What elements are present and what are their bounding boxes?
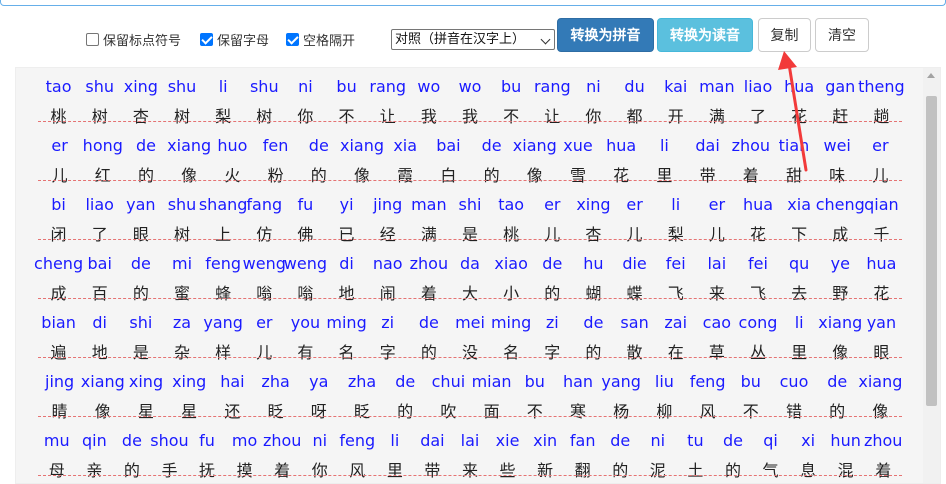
pinyin-cell: zhou 着 [853, 425, 913, 480]
chevron-down-icon [540, 34, 551, 45]
hanzi-text: 着 [875, 461, 892, 480]
space-separated-checkbox[interactable] [286, 33, 299, 46]
keep-punctuation-option[interactable]: 保留标点符号 [86, 30, 181, 49]
pinyin-row: er 儿 hong 红 de 的 xiang 像 huo 火 fen 粉 de 的 xiang 像 xia 霞 ba… [16, 130, 906, 185]
keep-punctuation-checkbox[interactable] [86, 33, 99, 46]
scroll-up-arrow-icon[interactable] [927, 73, 935, 78]
pinyin-cell: hua 花 [851, 248, 911, 303]
vertical-scrollbar[interactable] [923, 68, 940, 483]
pinyin-cell: theng 趟 [851, 71, 911, 126]
pinyin-text: yan [866, 313, 897, 332]
keep-punctuation-label: 保留标点符号 [103, 34, 182, 49]
pinyin-text: theng [858, 77, 905, 96]
keep-letters-option[interactable]: 保留字母 [200, 30, 269, 49]
pinyin-text: xiang [858, 372, 903, 391]
pinyin-text: er [872, 136, 889, 155]
pinyin-cell: er 儿 [850, 130, 910, 185]
pinyin-cell: yan 眼 [851, 307, 911, 362]
pinyin-text: zhou [863, 431, 903, 450]
pinyin-result-panel: tao 桃 shu 树 xing 杏 shu 树 li 梨 shu 树 ni 你 bu 不 rang 让 wo 我 wo… [15, 67, 941, 484]
pinyin-row: cheng 成 bai 百 de 的 mi 蜜 feng 蜂 weng 嗡 weng 嗡 di 地 nao 闹 zh… [16, 248, 906, 303]
convert-to-reading-button[interactable]: 转换为读音 [657, 18, 753, 52]
pinyin-cell: qian 千 [851, 189, 911, 244]
row-divider [38, 180, 902, 181]
pinyin-row: tao 桃 shu 树 xing 杏 shu 树 li 梨 shu 树 ni 你 bu 不 rang 让 wo 我 wo… [16, 71, 906, 126]
hanzi-text: 眼 [873, 343, 890, 362]
keep-letters-checkbox[interactable] [200, 33, 213, 46]
row-divider [38, 416, 902, 417]
pinyin-cell: xiang 像 [850, 366, 910, 421]
convert-to-pinyin-button[interactable]: 转换为拼音 [557, 18, 654, 52]
pinyin-text: qian [864, 195, 899, 214]
hanzi-text: 像 [872, 402, 889, 421]
space-separated-label: 空格隔开 [303, 34, 356, 49]
space-separated-option[interactable]: 空格隔开 [286, 30, 355, 49]
mode-select[interactable]: 对照（拼音在汉字上） [391, 29, 555, 50]
hanzi-text: 千 [873, 225, 890, 244]
row-divider [38, 475, 902, 476]
mode-select-value: 对照（拼音在汉字上） [395, 32, 526, 47]
hanzi-text: 儿 [872, 166, 889, 185]
row-divider [38, 357, 902, 358]
keep-letters-label: 保留字母 [217, 34, 270, 49]
row-divider [38, 298, 902, 299]
pinyin-row: jing 睛 xiang 像 xing 星 xing 星 hai 还 zha 眨 ya 呀 zha 眨 de 的 c… [16, 366, 906, 421]
pinyin-row: mu 母 qin 亲 de 的 shou 手 fu 抚 mo 摸 zhou 着 ni 你 feng 风 li 里 dai… [16, 425, 906, 480]
pinyin-text: hua [866, 254, 897, 273]
text-input-area[interactable] [0, 0, 946, 6]
clear-button[interactable]: 清空 [815, 18, 869, 52]
pinyin-row: bian 遍 di 地 shi 是 za 杂 yang 样 er 儿 you 有 ming 名 zi 字 de 的 me… [16, 307, 906, 362]
scrollbar-thumb[interactable] [926, 96, 937, 406]
pinyin-row: bi 闭 liao 了 yan 眼 shu 树 shang 上 fang 仿 fu 佛 yi 已 jing 经 ma… [16, 189, 906, 244]
hanzi-text: 趟 [873, 107, 890, 126]
row-divider [38, 121, 902, 122]
copy-button[interactable]: 复制 [758, 18, 811, 52]
hanzi-text: 花 [873, 284, 890, 303]
row-divider [38, 239, 902, 240]
